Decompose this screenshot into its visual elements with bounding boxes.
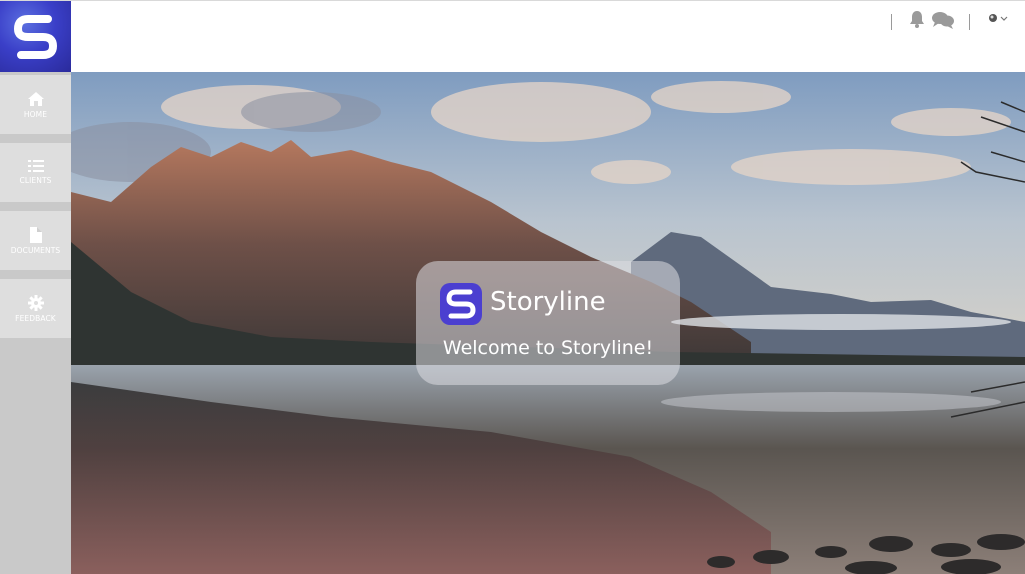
storyline-logo-icon (440, 283, 482, 325)
sidebar-item-documents[interactable]: DOCUMENTS (0, 211, 71, 270)
gear-icon (27, 295, 44, 311)
user-menu[interactable] (988, 13, 1012, 27)
sidebar-item-home[interactable]: HOME (0, 75, 71, 134)
header-actions (865, 1, 1025, 41)
user-avatar-icon (989, 14, 1008, 22)
header-divider (969, 14, 970, 30)
sidebar-item-feedback[interactable]: FEEDBACK (0, 279, 71, 338)
sidebar-item-label: HOME (23, 110, 48, 119)
document-icon (30, 227, 42, 243)
top-bar (0, 0, 1025, 73)
welcome-card: Storyline Welcome to Storyline! (416, 261, 680, 385)
bell-icon[interactable] (909, 10, 925, 28)
sidebar-item-label: FEEDBACK (15, 314, 56, 323)
list-icon (27, 160, 44, 172)
welcome-subtitle: Welcome to Storyline! (442, 337, 654, 359)
sidebar-item-label: DOCUMENTS (10, 246, 61, 255)
app-logo[interactable] (0, 1, 71, 73)
chat-bubbles-icon[interactable] (931, 10, 955, 30)
sidebar-item-label: CLIENTS (19, 176, 52, 185)
sidebar: HOME CLIENTS DOCUMENTS FEEDBACK (0, 72, 71, 574)
sidebar-item-clients[interactable]: CLIENTS (0, 143, 71, 202)
chevron-down-icon (1000, 16, 1008, 21)
welcome-title: Storyline (490, 287, 606, 317)
hero-background: Storyline Welcome to Storyline! (71, 72, 1025, 574)
header-divider (891, 14, 892, 30)
home-icon (27, 92, 44, 106)
storyline-logo-icon (13, 15, 58, 59)
